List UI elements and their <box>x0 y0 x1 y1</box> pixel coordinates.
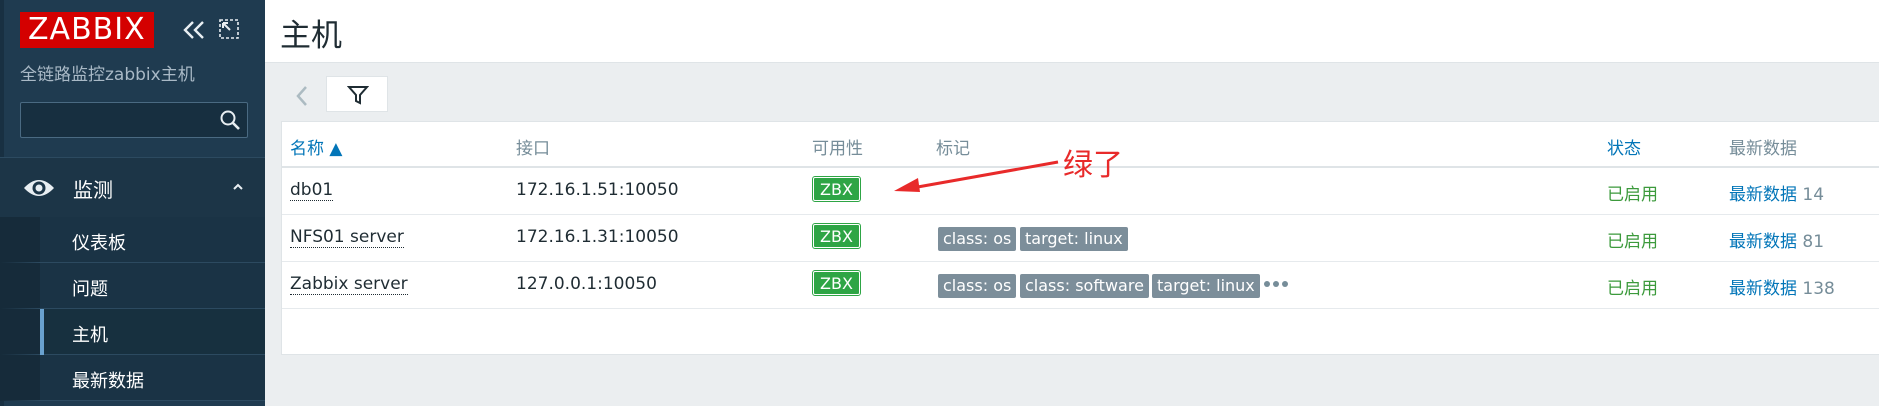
more-tags-icon[interactable] <box>1263 278 1289 290</box>
menu-monitoring[interactable]: 监测 <box>0 157 265 218</box>
page-header: 主机 <box>265 0 1879 63</box>
zbx-availability-badge[interactable]: ZBX <box>812 176 861 202</box>
sidebar-item-label: 最新数据 <box>72 371 144 392</box>
latest-data-count: 138 <box>1802 279 1835 299</box>
search-input[interactable] <box>25 106 209 134</box>
table-row: NFS01 server 172.16.1.31:10050 ZBX class… <box>282 215 1879 262</box>
sidebar: ZABBIX 全链路监控zabbix主机 监测 仪表板 问题 主机 最新数据 <box>0 0 265 406</box>
latest-data-link[interactable]: 最新数据 <box>1729 279 1797 299</box>
host-status-toggle[interactable]: 已启用 <box>1607 274 1658 299</box>
latest-data-cell: 最新数据 14 <box>1729 180 1824 205</box>
eye-icon <box>24 180 54 196</box>
table-row: Zabbix server 127.0.0.1:10050 ZBX class:… <box>282 262 1879 309</box>
host-interface: 127.0.0.1:10050 <box>516 274 657 294</box>
host-status-toggle[interactable]: 已启用 <box>1607 180 1658 205</box>
latest-data-count: 14 <box>1802 185 1825 205</box>
menu-monitoring-label: 监测 <box>73 178 113 202</box>
host-status-toggle[interactable]: 已启用 <box>1607 227 1658 252</box>
sidebar-item-label: 仪表板 <box>72 233 126 254</box>
filter-tab[interactable] <box>326 76 388 112</box>
column-name-sort[interactable]: 名称 ▲ <box>290 134 342 159</box>
server-name: 全链路监控zabbix主机 <box>20 65 195 85</box>
filter-icon <box>347 86 369 105</box>
filter-back-icon[interactable] <box>293 84 311 108</box>
sidebar-item-label: 问题 <box>72 279 108 300</box>
column-interface: 接口 <box>516 139 550 159</box>
tag-badge[interactable]: target: linux <box>1152 274 1260 298</box>
chevron-up-icon <box>233 183 243 190</box>
latest-data-link[interactable]: 最新数据 <box>1729 185 1797 205</box>
kiosk-icon[interactable] <box>218 18 240 40</box>
submenu: 仪表板 问题 主机 最新数据 <box>0 217 265 401</box>
tag-badge[interactable]: class: os <box>938 227 1017 251</box>
search-icon[interactable] <box>219 109 241 131</box>
latest-data-cell: 最新数据 138 <box>1729 274 1835 299</box>
zabbix-logo[interactable]: ZABBIX <box>20 12 154 48</box>
host-interface: 172.16.1.31:10050 <box>516 227 679 247</box>
column-availability: 可用性 <box>812 139 863 159</box>
sidebar-item-label: 主机 <box>72 325 108 346</box>
host-name-link[interactable]: db01 <box>290 180 334 201</box>
latest-data-link[interactable]: 最新数据 <box>1729 232 1797 252</box>
zbx-availability-badge[interactable]: ZBX <box>812 223 861 249</box>
tag-badge[interactable]: class: os <box>938 274 1017 298</box>
latest-data-count: 81 <box>1802 232 1825 252</box>
sidebar-item-hosts[interactable]: 主机 <box>0 309 265 355</box>
tag-badge[interactable]: class: software <box>1020 274 1149 298</box>
tag-badge[interactable]: target: linux <box>1020 227 1128 251</box>
host-name-link[interactable]: Zabbix server <box>290 274 408 295</box>
host-interface: 172.16.1.51:10050 <box>516 180 679 200</box>
host-name-link[interactable]: NFS01 server <box>290 227 404 248</box>
latest-data-cell: 最新数据 81 <box>1729 227 1824 252</box>
column-latest-data: 最新数据 <box>1729 139 1797 159</box>
zbx-availability-badge[interactable]: ZBX <box>812 270 861 296</box>
sidebar-item-dashboard[interactable]: 仪表板 <box>0 217 265 263</box>
annotation-arrow-icon <box>894 160 1059 192</box>
sidebar-item-latest-data[interactable]: 最新数据 <box>0 355 265 401</box>
annotation-text: 绿了 <box>1063 148 1123 183</box>
page-title: 主机 <box>280 18 342 54</box>
collapse-icon[interactable] <box>180 16 208 44</box>
column-status-sort[interactable]: 状态 <box>1607 134 1641 159</box>
search-box[interactable] <box>20 102 248 138</box>
sidebar-item-problems[interactable]: 问题 <box>0 263 265 309</box>
